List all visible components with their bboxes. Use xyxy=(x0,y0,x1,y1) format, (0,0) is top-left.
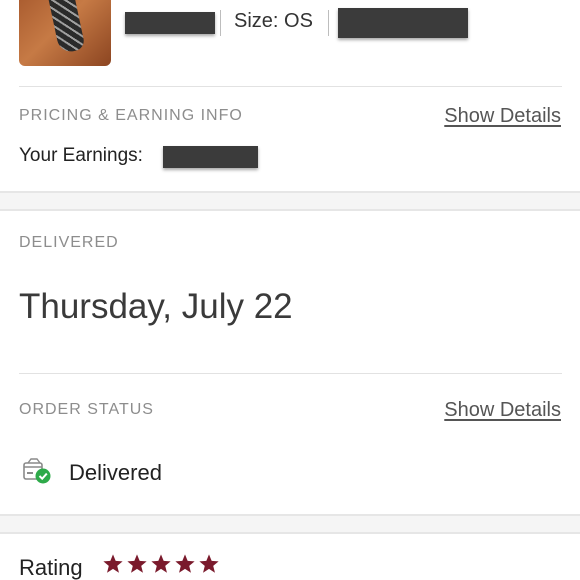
rating-label: Rating xyxy=(19,555,83,580)
section-separator xyxy=(0,191,580,211)
pricing-section-label: PRICING & EARNING INFO xyxy=(19,107,243,124)
product-thumbnail[interactable] xyxy=(19,0,111,66)
delivered-section-label: DELIVERED xyxy=(19,234,119,251)
delivered-date: Thursday, July 22 xyxy=(19,287,293,326)
star-icon xyxy=(151,554,171,573)
rating-stars xyxy=(102,553,220,575)
section-separator xyxy=(0,514,580,534)
product-size: Size: OS xyxy=(234,10,313,32)
divider xyxy=(19,373,562,374)
star-icon xyxy=(199,554,219,573)
order-status-row: Delivered xyxy=(19,454,419,488)
star-icon xyxy=(127,554,147,573)
separator xyxy=(220,10,221,36)
rating-row: Rating xyxy=(19,553,319,580)
order-status-text: Delivered xyxy=(69,460,162,485)
star-icon xyxy=(103,554,123,573)
divider xyxy=(19,86,562,87)
delivered-box-check-icon xyxy=(23,458,51,484)
redacted-brand xyxy=(125,12,215,34)
redacted-earnings xyxy=(163,146,258,168)
order-status-show-details-link[interactable]: Show Details xyxy=(444,399,561,422)
sock-image xyxy=(46,0,86,54)
order-status-section-label: ORDER STATUS xyxy=(19,401,154,418)
redacted-price xyxy=(338,8,468,38)
pricing-show-details-link[interactable]: Show Details xyxy=(444,105,561,128)
order-details-page: Size: OS PRICING & EARNING INFO Show Det… xyxy=(0,0,580,580)
product-summary-row[interactable]: Size: OS xyxy=(0,0,580,86)
star-icon xyxy=(175,554,195,573)
separator xyxy=(328,10,329,36)
your-earnings-label: Your Earnings: xyxy=(19,145,143,166)
